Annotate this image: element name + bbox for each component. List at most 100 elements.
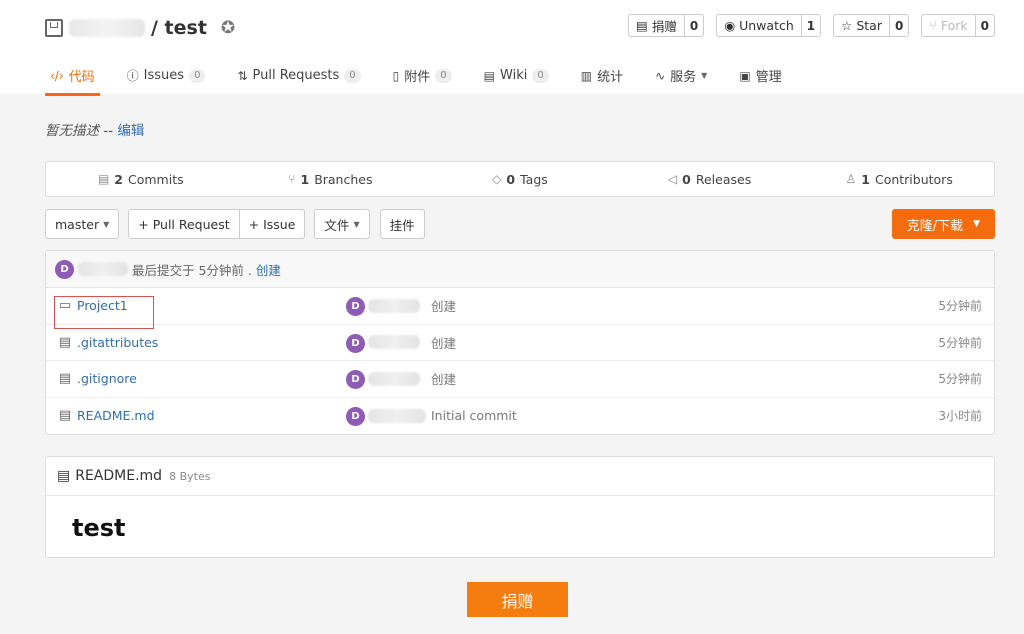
author-name-redacted[interactable] xyxy=(78,262,128,276)
file-name-link[interactable]: .gitignore xyxy=(77,371,137,386)
clone-download-button[interactable]: 克隆/下载 ▼ xyxy=(891,209,995,239)
commit-message-link[interactable]: Initial commit xyxy=(431,408,517,423)
tab-statistics[interactable]: ▥ 统计 xyxy=(576,58,628,96)
contributors-icon: ♙ xyxy=(845,172,857,186)
branch-icon: ⑂ xyxy=(288,172,296,186)
tab-services[interactable]: ∿ 服务 ▼ xyxy=(650,58,712,96)
stat-contributors[interactable]: ♙ 1 Contributors xyxy=(804,162,994,196)
avatar[interactable]: D xyxy=(346,407,365,427)
avatar[interactable]: D xyxy=(346,297,365,317)
files-dropdown[interactable]: 文件 ▼ xyxy=(314,209,370,239)
tab-pull-requests[interactable]: ⇅ Pull Requests 0 xyxy=(232,58,365,96)
edit-description-link[interactable]: 编辑 xyxy=(117,123,144,139)
file-row: ▭ Project1 D 创建 5分钟前 xyxy=(46,288,994,330)
author-name-redacted xyxy=(368,335,420,350)
repo-toolbar: master ▼ + Pull Request + Issue 文件 ▼ 挂件 克隆… xyxy=(45,209,995,239)
avatar[interactable]: D xyxy=(346,370,365,390)
commits-icon: ▤ xyxy=(97,172,110,186)
latest-commit-link[interactable]: 创建 xyxy=(256,260,281,279)
tab-issues[interactable]: ⓘ Issues 0 xyxy=(122,58,211,96)
repo-tabs: ‹/› 代码 ⓘ Issues 0 ⇅ Pull Requests 0 ▯ 附件… xyxy=(45,58,809,96)
stat-branches[interactable]: ⑂ 1 Branches xyxy=(236,162,426,196)
donate-button[interactable]: 捐赠 xyxy=(467,582,568,617)
stat-tags[interactable]: ◇ 0 Tags xyxy=(425,162,615,196)
pull-requests-count: 0 xyxy=(344,68,361,83)
widgets-button[interactable]: 挂件 xyxy=(379,209,425,239)
readme-heading: test xyxy=(72,514,126,542)
chevron-down-icon: ▼ xyxy=(701,71,708,80)
attachment-icon: ▯ xyxy=(392,68,400,83)
issues-count: 0 xyxy=(189,68,206,83)
tab-wiki[interactable]: ▤ Wiki 0 xyxy=(479,58,554,96)
readme-header: ▤ README.md 8 Bytes xyxy=(46,457,994,496)
file-icon: ▤ xyxy=(58,334,72,350)
donate-count: 0 xyxy=(683,15,703,36)
issue-icon: ⓘ xyxy=(126,69,139,83)
fork-button[interactable]: ⑂ Fork 0 xyxy=(921,14,995,37)
author-name-redacted xyxy=(368,298,420,313)
wiki-count: 0 xyxy=(532,68,549,83)
tab-attachments[interactable]: ▯ 附件 0 xyxy=(388,58,457,96)
readme-size: 8 Bytes xyxy=(169,469,211,483)
commit-time: 5分钟前 xyxy=(938,299,982,314)
attachments-count: 0 xyxy=(435,68,452,83)
pr-issue-group: + Pull Request + Issue xyxy=(128,209,306,239)
new-pull-request-button[interactable]: + Pull Request xyxy=(128,209,240,239)
repo-stats-bar: ▤ 2 Commits ⑂ 1 Branches ◇ 0 Tags ◁ 0 Releases ♙… xyxy=(45,161,995,197)
repo-header: / test ✪ ▤ 捐赠 0 ◉ Unwatch 1 ☆ Star 0 ⑂ Fork … xyxy=(0,0,1024,96)
repo-name[interactable]: / test xyxy=(151,17,207,39)
pulse-icon: ∿ xyxy=(655,68,666,83)
new-issue-button[interactable]: + Issue xyxy=(239,209,306,239)
star-count: 0 xyxy=(888,15,908,36)
eye-icon: ◉ xyxy=(724,18,736,33)
tab-code[interactable]: ‹/› 代码 xyxy=(45,58,100,96)
tab-manage[interactable]: ▣ 管理 xyxy=(734,58,786,96)
star-button[interactable]: ☆ Star 0 xyxy=(833,14,910,37)
avatar[interactable]: D xyxy=(55,259,74,279)
fork-count: 0 xyxy=(974,15,994,36)
commit-message-link[interactable]: 创建 xyxy=(431,369,456,388)
recommend-badge-icon: ✪ xyxy=(220,18,236,38)
stat-commits[interactable]: ▤ 2 Commits xyxy=(46,162,236,196)
commit-message-link[interactable]: 创建 xyxy=(431,296,456,315)
branch-select[interactable]: master ▼ xyxy=(45,209,120,239)
readme-filename: README.md xyxy=(75,468,163,484)
file-icon: ▤ xyxy=(58,408,72,424)
pull-request-icon: ⇅ xyxy=(237,68,248,83)
chevron-down-icon: ▼ xyxy=(353,219,360,229)
file-name-link[interactable]: README.md xyxy=(77,408,155,423)
commit-message-link[interactable]: 创建 xyxy=(431,333,456,352)
donate-action-button[interactable]: ▤ 捐赠 0 xyxy=(628,14,705,37)
file-row: ▤ README.md D Initial commit 3小时前 xyxy=(46,398,994,435)
watch-count: 1 xyxy=(800,15,820,36)
file-icon: ▤ xyxy=(58,371,72,387)
file-row: ▤ .gitignore D 创建 5分钟前 xyxy=(46,361,994,398)
latest-commit-bar: D 最后提交于 5分钟前 . 创建 xyxy=(46,251,994,288)
tag-icon: ◇ xyxy=(492,172,502,186)
file-icon: ▤ xyxy=(57,468,71,484)
file-name-link[interactable]: .gitattributes xyxy=(77,335,158,350)
commit-time: 5分钟前 xyxy=(938,372,982,387)
avatar[interactable]: D xyxy=(346,333,365,353)
star-icon: ☆ xyxy=(841,18,853,33)
commit-time: 5分钟前 xyxy=(938,335,982,350)
chevron-down-icon: ▼ xyxy=(103,219,110,229)
code-icon: ‹/› xyxy=(50,68,64,83)
bar-chart-icon: ▥ xyxy=(580,68,593,83)
repo-description: 暂无描述 -- 编辑 xyxy=(45,123,145,139)
file-list: D 最后提交于 5分钟前 . 创建 ▭ Project1 D 创建 5分钟前 ▤… xyxy=(45,250,995,435)
wiki-icon: ▤ xyxy=(483,68,496,83)
stat-releases[interactable]: ◁ 0 Releases xyxy=(615,162,805,196)
donate-icon: ▤ xyxy=(636,18,648,33)
readme-panel: ▤ README.md 8 Bytes test xyxy=(45,456,995,558)
fork-icon: ⑂ xyxy=(929,18,937,33)
repository-icon xyxy=(45,19,63,37)
file-row: ▤ .gitattributes D 创建 5分钟前 xyxy=(46,325,994,361)
owner-name-redacted[interactable] xyxy=(69,19,145,37)
commit-time: 3小时前 xyxy=(938,409,982,424)
chevron-down-icon: ▼ xyxy=(973,219,980,229)
repo-title: / test ✪ xyxy=(45,14,235,42)
unwatch-button[interactable]: ◉ Unwatch 1 xyxy=(716,14,822,37)
manage-icon: ▣ xyxy=(739,68,751,83)
author-name-redacted xyxy=(368,408,426,423)
